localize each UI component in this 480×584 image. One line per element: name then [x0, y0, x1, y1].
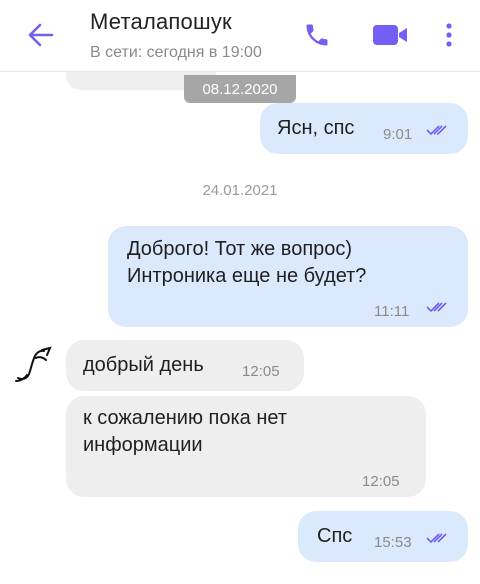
contact-name[interactable]: Металапошук	[90, 9, 232, 35]
double-check-icon	[426, 302, 447, 313]
chat-header: Металапошук В сети: сегодня в 19:00	[0, 0, 480, 72]
message-list[interactable]: 08.12.2020 Ясн, спс 9:01 24.01.2021 Добр…	[0, 72, 480, 584]
message-time: 12:05	[242, 363, 280, 380]
scribble-avatar-icon[interactable]	[12, 340, 56, 388]
date-separator: 24.01.2021	[202, 182, 278, 199]
message-bubble-outgoing[interactable]: Спс 15:53	[298, 511, 468, 562]
message-bubble-incoming[interactable]: к сожалению пока нет информации 12:05	[66, 396, 426, 497]
message-text: Доброго! Тот же вопрос) Интроника еще не…	[127, 238, 367, 287]
message-bubble-incoming[interactable]: добрый день 12:05	[66, 340, 304, 391]
message-time: 9:01	[383, 126, 413, 143]
back-button[interactable]	[22, 18, 60, 52]
video-camera-icon	[373, 25, 407, 45]
pinned-date-chip: 08.12.2020	[184, 75, 296, 103]
call-button[interactable]	[300, 18, 334, 52]
more-options-button[interactable]	[436, 18, 462, 52]
video-call-button[interactable]	[368, 18, 412, 52]
more-vertical-icon	[446, 23, 452, 47]
message-bubble-outgoing[interactable]: Доброго! Тот же вопрос) Интроника еще не…	[108, 226, 468, 327]
contact-status: В сети: сегодня в 19:00	[90, 44, 262, 61]
message-time: 15:53	[374, 534, 412, 551]
double-check-icon	[426, 533, 447, 544]
message-text: к сожалению пока нет информации	[83, 407, 287, 456]
arrow-left-icon	[28, 23, 54, 47]
message-time: 11:11	[374, 303, 410, 320]
message-text: Спс	[317, 525, 353, 547]
message-bubble-outgoing[interactable]: Ясн, спс 9:01	[260, 103, 468, 154]
phone-icon	[306, 24, 328, 46]
double-check-icon	[426, 125, 447, 136]
message-text: добрый день	[83, 354, 204, 376]
message-time: 12:05	[362, 473, 400, 490]
message-text: Ясн, спс	[277, 117, 355, 139]
